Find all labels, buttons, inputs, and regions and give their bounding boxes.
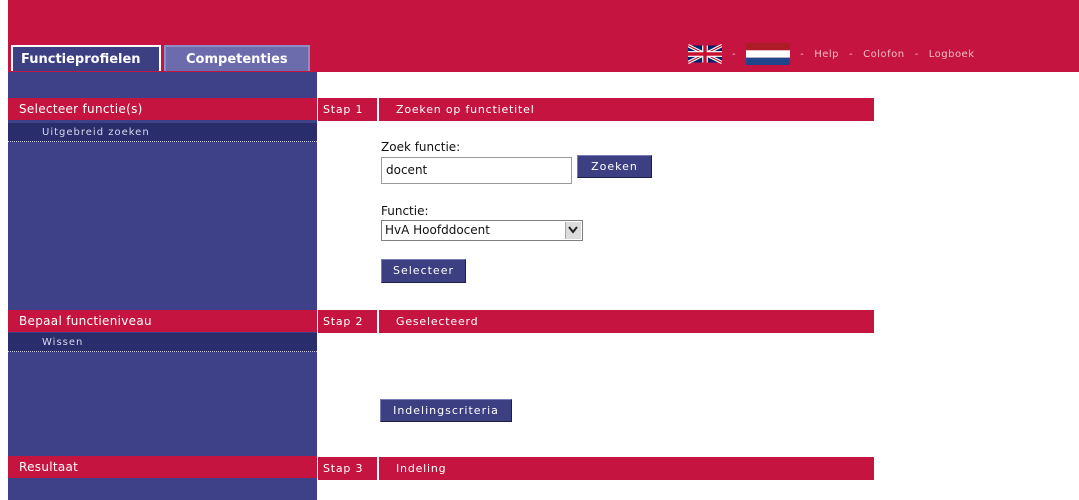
nl-flag-icon[interactable]	[746, 43, 791, 65]
help-link[interactable]: Help	[814, 49, 839, 60]
tab-competenties[interactable]: Competenties	[164, 45, 310, 71]
step-divider	[377, 98, 379, 121]
nav-separator: -	[732, 48, 737, 60]
step-divider	[377, 310, 379, 333]
page-left-border	[0, 0, 8, 500]
step-divider	[377, 457, 379, 480]
logboek-link[interactable]: Logboek	[929, 49, 975, 60]
step-title: Zoeken op functietitel	[396, 103, 535, 116]
step-label: Stap 1	[323, 103, 364, 116]
function-select-value: HvA Hoofddocent	[385, 223, 490, 237]
sidebar-header-selecteer-functie: Selecteer functie(s)	[8, 98, 317, 120]
colofon-link[interactable]: Colofon	[863, 49, 904, 60]
sidebar-link-uitgebreid-zoeken[interactable]: Uitgebreid zoeken	[8, 123, 317, 142]
nav-separator: -	[849, 48, 854, 60]
step-2-bar: Stap 2 Geselecteerd	[318, 310, 874, 333]
sidebar-header-resultaat: Resultaat	[8, 456, 317, 478]
uk-flag-icon[interactable]	[687, 43, 723, 65]
function-select[interactable]: HvA Hoofddocent	[381, 220, 583, 241]
step-title: Indeling	[396, 462, 447, 475]
step-1-bar: Stap 1 Zoeken op functietitel	[318, 98, 874, 121]
search-function-label: Zoek functie:	[381, 140, 461, 154]
selecteer-button[interactable]: Selecteer	[381, 259, 466, 283]
step-title: Geselecteerd	[396, 315, 479, 328]
search-button[interactable]: Zoeken	[577, 155, 652, 178]
step-3-bar: Stap 3 Indeling	[318, 457, 874, 480]
step-label: Stap 3	[323, 462, 364, 475]
tab-functieprofielen[interactable]: Functieprofielen	[11, 45, 161, 71]
sidebar-link-wissen[interactable]: Wissen	[8, 333, 317, 352]
nav-separator: -	[914, 48, 919, 60]
function-label: Functie:	[381, 204, 429, 218]
sidebar: Selecteer functie(s) Uitgebreid zoeken B…	[8, 72, 317, 500]
sidebar-header-bepaal-functieniveau: Bepaal functieniveau	[8, 310, 317, 332]
nav-separator: -	[800, 48, 805, 60]
step-label: Stap 2	[323, 315, 364, 328]
top-navigation: - - Help - Colofon - Logboek	[687, 43, 975, 65]
search-function-input[interactable]: docent	[381, 157, 572, 184]
indelingscriteria-button[interactable]: Indelingscriteria	[380, 399, 512, 422]
chevron-down-icon[interactable]	[565, 222, 581, 239]
